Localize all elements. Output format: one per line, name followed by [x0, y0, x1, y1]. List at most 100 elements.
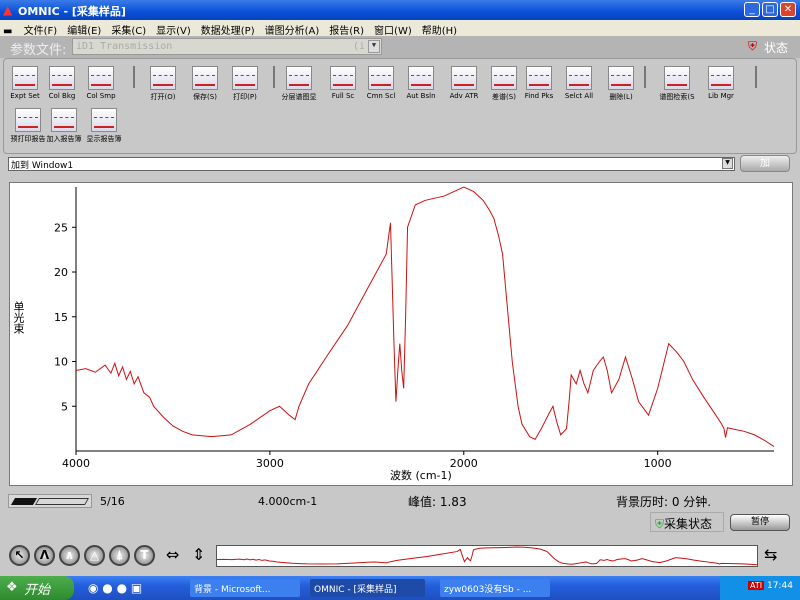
- toolbar-separator: [133, 66, 135, 88]
- expand-horizontal-icon[interactable]: ⇔: [166, 545, 179, 564]
- toolbar-icon: [708, 66, 734, 90]
- toolbar-icon: [368, 66, 394, 90]
- toolbar-button-13[interactable]: Selct All: [560, 66, 598, 100]
- toolbar-button-0[interactable]: Expt Set: [6, 66, 44, 100]
- report-icon: [51, 108, 77, 132]
- system-tray: ATI 17:44: [720, 576, 800, 600]
- overview-scrollbar[interactable]: [216, 545, 758, 567]
- taskbar: ❖ 开始 ◉ ● ● ▣ 背景 - Microsoft... OMNIC - [采…: [0, 576, 800, 600]
- scroll-arrows-icon[interactable]: ⇆: [764, 545, 777, 564]
- ati-tray-icon[interactable]: ATI: [748, 581, 765, 590]
- windows-logo-icon: ❖: [6, 580, 18, 595]
- scan-progress-indicator: [8, 494, 92, 508]
- report-button-2[interactable]: 显示报告簿: [84, 108, 124, 144]
- background-time: 背景历时: 0 分钟.: [616, 495, 712, 509]
- spectrum-plot[interactable]: 4000 3000 2000 1000 5 10 15 20 25 波数 (cm-1) 单光束: [9, 182, 793, 486]
- toolbar-icon: [330, 66, 356, 90]
- toolbar-icon: [49, 66, 75, 90]
- toolbar-separator: [273, 66, 275, 88]
- toolbar-button-10[interactable]: Adv ATR: [445, 66, 483, 100]
- y-tick-label: 25: [54, 221, 68, 234]
- x-tick-label: 2000: [450, 457, 478, 470]
- toolbar-button-8[interactable]: Cmn Scl: [362, 66, 400, 100]
- y-tick-label: 20: [54, 266, 68, 279]
- toolbar-icon: [232, 66, 258, 90]
- close-button[interactable]: ✕: [780, 2, 796, 17]
- x-axis-label: 波数 (cm-1): [390, 469, 452, 482]
- omnic-logo-icon: ▲: [3, 3, 13, 17]
- toolbar-button-5[interactable]: 打印(P): [226, 66, 264, 102]
- overview-line: [216, 546, 758, 566]
- toolbar-icon: [566, 66, 592, 90]
- toolbar-icon: [664, 66, 690, 90]
- expand-vertical-icon[interactable]: ⇕: [192, 545, 205, 564]
- peak-area-tool-icon[interactable]: △: [84, 545, 105, 566]
- maximize-button[interactable]: □: [762, 2, 778, 17]
- toolbar-button-3[interactable]: 打开(O): [144, 66, 182, 102]
- task-omnic[interactable]: OMNIC - [采集样品]: [310, 579, 425, 597]
- toolbar-button-11[interactable]: 差谱(S): [485, 66, 523, 102]
- region-tool-icon[interactable]: Λ: [34, 545, 55, 566]
- report-button-0[interactable]: 预打印报告: [8, 108, 48, 144]
- pause-button[interactable]: 暂停: [730, 514, 790, 531]
- status-label[interactable]: 状态: [764, 39, 788, 56]
- toolbar-button-15[interactable]: 谱图检索(S: [658, 66, 696, 102]
- window-select[interactable]: 加到 Window1 ▼: [8, 157, 735, 171]
- y-tick-label: 15: [54, 311, 68, 324]
- spectrum-chart: 4000 3000 2000 1000 5 10 15 20 25: [54, 186, 775, 470]
- resolution: 4.000cm-1: [258, 495, 318, 508]
- minimize-button[interactable]: _: [744, 2, 760, 17]
- toolbar-button-9[interactable]: Aut Bsln: [402, 66, 440, 100]
- toolbar-icon: [12, 66, 38, 90]
- shield-check-icon: ⛨: [655, 517, 665, 531]
- param-file-select[interactable]: iD1 Transmission (i ▼: [72, 38, 382, 55]
- x-tick-label: 1000: [644, 457, 672, 470]
- status-shield-icon: ⛨: [748, 39, 758, 53]
- toolbar-icon: [408, 66, 434, 90]
- toolbar-separator: [755, 66, 757, 88]
- peak-value: 峰值: 1.83: [408, 495, 467, 509]
- menu-bar: ▬ 文件(F) 编辑(E) 采集(C) 显示(V) 数据处理(P) 谱图分析(A) 报告(R…: [0, 20, 800, 37]
- text-tool-icon[interactable]: T: [134, 545, 155, 566]
- peak-label-tool-icon[interactable]: ⍋: [109, 545, 130, 566]
- pointer-tool-icon[interactable]: ↖: [9, 545, 30, 566]
- toolbar-icon: [451, 66, 477, 90]
- collect-status-button[interactable]: ⛨采集状态: [650, 512, 724, 532]
- toolbar-button-2[interactable]: Col Smp: [82, 66, 120, 100]
- toolbar-button-14[interactable]: 删除(L): [602, 66, 640, 102]
- x-tick-label: 3000: [256, 457, 284, 470]
- toolbar-button-4[interactable]: 保存(S): [186, 66, 224, 102]
- toolbar-button-7[interactable]: Full Sc: [324, 66, 362, 100]
- window-title: OMNIC - [采集样品]: [18, 5, 126, 18]
- toolbar-icon: [192, 66, 218, 90]
- report-icon: [15, 108, 41, 132]
- status-bar: 5/16 4.000cm-1 峰值: 1.83 背景历时: 0 分钟. ⛨采集状…: [0, 488, 800, 538]
- toolbar-button-6[interactable]: 分层谱图显: [280, 66, 318, 102]
- title-bar: ▲ OMNIC - [采集样品]: [0, 0, 800, 20]
- clock: 17:44: [766, 581, 793, 591]
- start-button[interactable]: ❖ 开始: [0, 576, 74, 600]
- y-tick-label: 5: [61, 400, 68, 413]
- chevron-down-icon[interactable]: ▼: [722, 158, 733, 169]
- toolbar-icon: [608, 66, 634, 90]
- report-icon: [91, 108, 117, 132]
- y-axis-label: 单光束: [12, 301, 25, 334]
- chevron-down-icon[interactable]: ▼: [368, 40, 380, 53]
- add-to-window-button[interactable]: 加: [740, 155, 790, 172]
- toolbar-button-16[interactable]: Lib Mgr: [702, 66, 740, 100]
- overview-spectrum: [216, 546, 758, 566]
- report-button-1[interactable]: 加入报告簿: [44, 108, 84, 144]
- toolbar-icon: [88, 66, 114, 90]
- task-word-background[interactable]: 背景 - Microsoft...: [190, 579, 300, 597]
- toolbar-button-12[interactable]: Find Pks: [520, 66, 558, 100]
- quicklaunch-icons[interactable]: ◉ ● ● ▣: [88, 581, 142, 595]
- task-word-zyw[interactable]: zyw0603没有Sb - ...: [440, 579, 550, 597]
- toolbar-icon: [491, 66, 517, 90]
- parameter-bar: 参数文件: iD1 Transmission (i ▼ ⛨ 状态: [0, 36, 800, 58]
- spectrum-line: [75, 186, 775, 447]
- toolbar-button-1[interactable]: Col Bkg: [43, 66, 81, 100]
- x-tick-label: 4000: [62, 457, 90, 470]
- toolbar-icon: [526, 66, 552, 90]
- peak-height-tool-icon[interactable]: ∧: [59, 545, 80, 566]
- toolbar-separator: [644, 66, 646, 88]
